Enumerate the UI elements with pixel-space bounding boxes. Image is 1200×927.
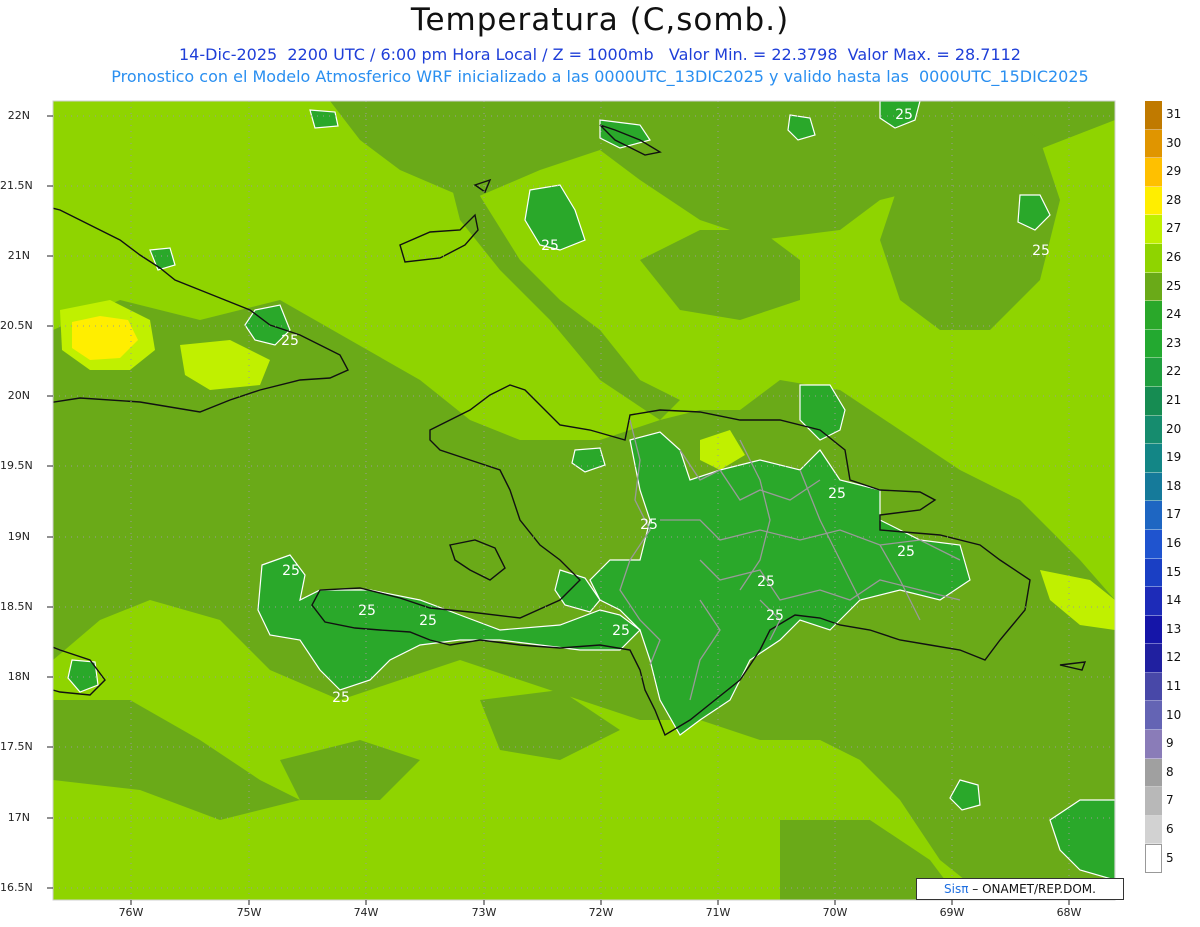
contour-label: 25 <box>612 623 630 639</box>
colorbar-swatch <box>1145 158 1162 187</box>
colorbar-label: 11 <box>1166 679 1182 693</box>
contour-label: 25 <box>281 333 299 349</box>
contour-label: 25 <box>332 690 350 706</box>
longitude-label: 76W <box>118 906 144 919</box>
colorbar-swatch <box>1145 472 1162 502</box>
colorbar-swatch <box>1145 501 1162 530</box>
colorbar-swatch <box>1145 186 1162 216</box>
latitude-label: 16.5N <box>0 881 33 894</box>
latitude-label: 21N <box>7 249 30 262</box>
colorbar-swatch <box>1145 730 1162 759</box>
colorbar-label: 13 <box>1166 621 1182 636</box>
colorbar-swatch <box>1145 215 1162 244</box>
contour-label: 25 <box>897 544 915 560</box>
colorbar-label: 24 <box>1166 307 1182 322</box>
colorbar-label: 18 <box>1166 478 1182 493</box>
colorbar-label: 17 <box>1166 507 1182 522</box>
credit-sis: Sis <box>944 882 962 896</box>
temperature-map: 25 25 25 25 25 25 25 25 25 25 25 25 25 2… <box>47 100 1116 905</box>
latitude-label: 18.5N <box>0 600 33 613</box>
contour-label: 25 <box>766 608 784 624</box>
colorbar <box>1145 101 1162 874</box>
latitude-label: 20N <box>7 389 30 402</box>
colorbar-swatch <box>1145 529 1162 559</box>
colorbar-swatch <box>1145 243 1162 273</box>
longitude-label: 70W <box>822 906 848 919</box>
colorbar-label: 25 <box>1166 278 1182 293</box>
contour-label: 25 <box>757 574 775 590</box>
colorbar-label: 22 <box>1166 364 1182 379</box>
colorbar-swatch <box>1145 301 1162 330</box>
credit-text: – ONAMET/REP.DOM. <box>972 882 1096 896</box>
contour-label: 25 <box>282 563 300 579</box>
colorbar-label: 27 <box>1166 221 1182 236</box>
contour-label: 25 <box>358 603 376 619</box>
longitude-label: 71W <box>705 906 731 919</box>
colorbar-swatch <box>1145 129 1162 159</box>
longitude-label: 69W <box>939 906 965 919</box>
credit-box: Sisπ – ONAMET/REP.DOM. <box>916 878 1124 900</box>
latitude-label: 17N <box>7 811 30 824</box>
colorbar-swatch <box>1145 615 1162 645</box>
longitude-label: 68W <box>1056 906 1082 919</box>
colorbar-label: 12 <box>1166 650 1182 665</box>
latitude-label: 18N <box>7 670 30 683</box>
colorbar-label: 26 <box>1166 250 1182 264</box>
colorbar-label: 30 <box>1166 135 1182 150</box>
latitude-label: 21.5N <box>0 179 33 192</box>
colorbar-swatch <box>1145 644 1162 673</box>
contour-label: 25 <box>1032 243 1050 259</box>
colorbar-swatch <box>1145 844 1162 874</box>
colorbar-swatch <box>1145 701 1162 731</box>
colorbar-swatch <box>1145 444 1162 473</box>
colorbar-label: 19 <box>1166 450 1182 465</box>
latitude-label: 17.5N <box>0 740 33 753</box>
colorbar-label: 5 <box>1166 850 1174 865</box>
colorbar-label: 14 <box>1166 593 1182 608</box>
contour-label: 25 <box>640 517 658 533</box>
colorbar-label: 31 <box>1166 107 1182 121</box>
credit-pi-symbol: π <box>961 882 969 896</box>
contour-label: 25 <box>419 613 437 629</box>
colorbar-swatch <box>1145 386 1162 416</box>
latitude-label: 19.5N <box>0 459 33 472</box>
colorbar-label: 29 <box>1166 164 1182 179</box>
colorbar-swatch <box>1145 587 1162 616</box>
colorbar-label: 23 <box>1166 335 1182 350</box>
longitude-label: 73W <box>471 906 497 919</box>
colorbar-label: 9 <box>1166 736 1174 751</box>
longitude-label: 75W <box>236 906 262 919</box>
colorbar-label: 8 <box>1166 764 1174 779</box>
colorbar-swatch <box>1145 415 1162 445</box>
colorbar-swatch <box>1145 672 1162 702</box>
longitude-label: 74W <box>353 906 379 919</box>
colorbar-swatch <box>1145 787 1162 816</box>
latitude-label: 19N <box>7 530 30 543</box>
longitude-label: 72W <box>588 906 614 919</box>
colorbar-swatch <box>1145 558 1162 588</box>
latitude-label: 22N <box>7 109 30 122</box>
colorbar-swatch <box>1145 101 1162 130</box>
contour-label: 25 <box>895 107 913 123</box>
colorbar-label: 6 <box>1166 822 1174 836</box>
latitude-label: 20.5N <box>0 319 33 332</box>
colorbar-label: 15 <box>1166 564 1182 579</box>
colorbar-swatch <box>1145 272 1162 302</box>
colorbar-swatch <box>1145 815 1162 845</box>
colorbar-label: 20 <box>1166 421 1182 436</box>
colorbar-swatch <box>1145 329 1162 359</box>
colorbar-label: 7 <box>1166 793 1174 808</box>
colorbar-label: 28 <box>1166 192 1182 207</box>
colorbar-swatch <box>1145 358 1162 387</box>
colorbar-label: 16 <box>1166 536 1182 550</box>
colorbar-swatch <box>1145 758 1162 788</box>
contour-label: 25 <box>828 486 846 502</box>
colorbar-label: 10 <box>1166 707 1182 722</box>
contour-label: 25 <box>541 238 559 254</box>
colorbar-label: 21 <box>1166 393 1182 407</box>
